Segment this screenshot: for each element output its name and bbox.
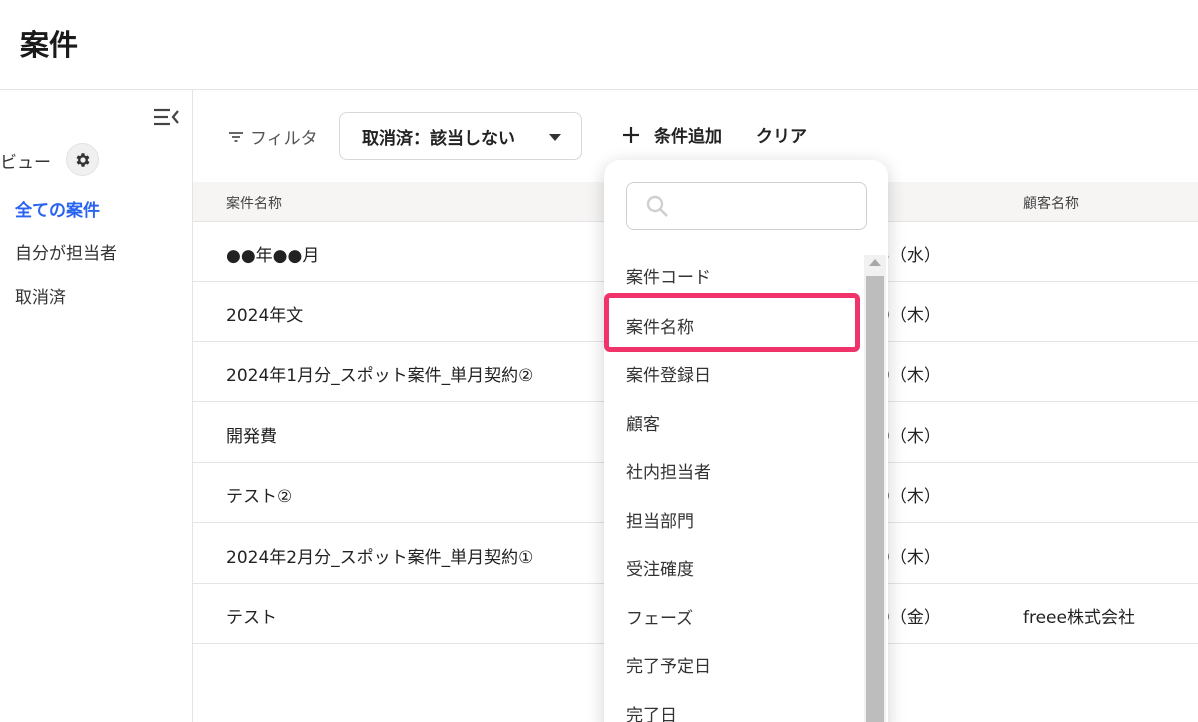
gear-icon <box>76 152 89 167</box>
cell-date: 9（木） <box>879 487 941 507</box>
sidebar: ビュー 全ての案件 自分が担当者 取消済 <box>0 90 193 722</box>
cell-date: 9（木） <box>879 306 941 326</box>
column-header-name[interactable]: 案件名称 <box>226 193 282 213</box>
option-case-code[interactable]: 案件コード <box>626 263 711 288</box>
sidebar-item-mine[interactable]: 自分が担当者 <box>15 239 117 264</box>
condition-dropdown: 案件コード 案件名称 案件登録日 顧客 社内担当者 担当部門 受注確度 フェーズ… <box>604 160 888 722</box>
option-registered-date[interactable]: 案件登録日 <box>626 361 711 386</box>
cell-name: 2024年2月分_スポット案件_単月契約① <box>226 548 534 568</box>
filter-toggle[interactable]: フィルタ <box>228 124 318 149</box>
column-header-customer[interactable]: 顧客名称 <box>1023 193 1079 213</box>
cell-name: テスト <box>226 608 277 628</box>
option-department[interactable]: 担当部門 <box>626 507 694 532</box>
option-customer[interactable]: 顧客 <box>626 410 660 435</box>
view-settings-button[interactable] <box>66 143 99 176</box>
cell-name: 開発費 <box>226 427 277 447</box>
filter-label: フィルタ <box>250 129 318 149</box>
clear-button[interactable]: クリア <box>756 122 807 147</box>
option-probability[interactable]: 受注確度 <box>626 555 694 580</box>
filter-icon <box>229 131 243 142</box>
cell-name: テスト② <box>226 487 293 507</box>
cell-name: 2024年1月分_スポット案件_単月契約② <box>226 366 534 386</box>
plus-icon <box>623 126 639 143</box>
cell-date: 9（金） <box>879 608 941 628</box>
caret-down-icon <box>549 134 561 141</box>
scroll-up-arrow-icon[interactable] <box>869 259 881 266</box>
option-assignee[interactable]: 社内担当者 <box>626 458 711 483</box>
condition-search-box[interactable] <box>626 182 867 230</box>
filter-chip-cancelled[interactable]: 取消済：該当しない <box>339 112 582 160</box>
option-due-date[interactable]: 完了予定日 <box>626 652 711 677</box>
add-condition-button[interactable]: 条件追加 <box>622 122 722 147</box>
page-header: 案件 <box>0 0 1198 90</box>
cell-name: 2024年文 <box>226 306 304 326</box>
cell-name: ●●年●●月 <box>226 246 320 266</box>
cell-customer: freee株式会社 <box>1023 608 1135 628</box>
page-title: 案件 <box>20 28 79 62</box>
cell-date: 5（水） <box>879 246 941 266</box>
filter-chip-label: 取消済：該当しない <box>362 128 515 149</box>
view-label: ビュー <box>0 153 51 173</box>
add-condition-label: 条件追加 <box>654 127 722 147</box>
cell-date: 9（木） <box>879 427 941 447</box>
sidebar-item-all[interactable]: 全ての案件 <box>15 196 100 221</box>
condition-search-input[interactable] <box>675 191 855 221</box>
cell-date: 9（木） <box>879 548 941 568</box>
collapse-sidebar-icon[interactable] <box>152 106 180 128</box>
dropdown-scrollbar-thumb[interactable] <box>866 276 884 722</box>
sidebar-item-cancelled[interactable]: 取消済 <box>15 283 66 308</box>
search-icon <box>646 195 668 217</box>
option-completed-date[interactable]: 完了日 <box>626 701 677 722</box>
option-phase[interactable]: フェーズ <box>626 604 693 629</box>
cell-date: 9（木） <box>879 366 941 386</box>
highlight-box <box>604 293 860 352</box>
